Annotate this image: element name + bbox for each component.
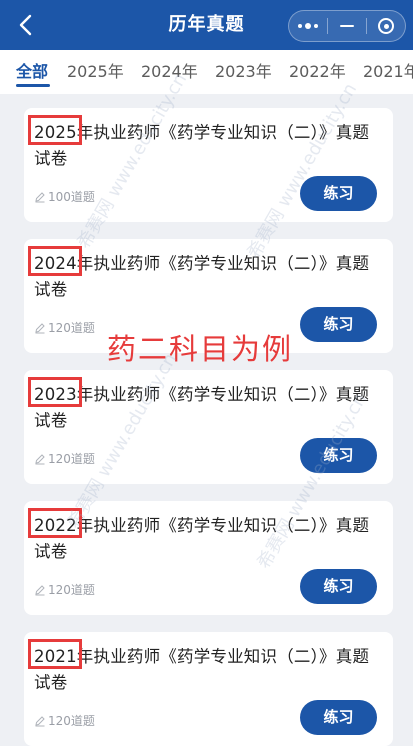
question-count-label: 120道题 [48,452,95,466]
exam-title: 2023年执业药师《药学专业知识（二）》真题试卷 [34,385,370,430]
question-count: 120道题 [34,319,95,336]
exam-card[interactable]: 2022年执业药师《药学专业知识（二）》真题试卷 120道题 练习 [24,501,393,615]
practice-button[interactable]: 练习 [300,700,377,735]
tab-2021[interactable]: 2021年 [363,50,413,94]
question-count: 100道题 [34,188,95,205]
pencil-icon [35,322,45,333]
pencil-icon [35,584,45,595]
more-dots-icon [298,23,318,29]
target-circle-icon [378,18,394,34]
pencil-icon [35,453,45,464]
pencil-icon [35,715,45,726]
practice-button[interactable]: 练习 [300,569,377,604]
question-count-label: 100道题 [48,190,95,204]
tab-all[interactable]: 全部 [16,50,48,94]
tab-2024[interactable]: 2024年 [141,50,198,94]
tab-2022[interactable]: 2022年 [289,50,346,94]
exam-card[interactable]: 2025年执业药师《药学专业知识（二）》真题试卷 100道题 练习 [24,108,393,222]
practice-button[interactable]: 练习 [300,176,377,211]
exam-card[interactable]: 2021年执业药师《药学专业知识（二）》真题试卷 120道题 练习 [24,632,393,746]
miniapp-capsule [288,10,406,42]
question-count: 120道题 [34,581,95,598]
tab-2025[interactable]: 2025年 [67,50,124,94]
close-button[interactable] [367,11,405,41]
more-button[interactable] [289,11,327,41]
question-count-label: 120道题 [48,714,95,728]
minus-icon [340,25,354,27]
pencil-icon [35,191,45,202]
top-bar: 历年真题 [0,0,413,50]
practice-button[interactable]: 练习 [300,438,377,473]
question-count-label: 120道题 [48,321,95,335]
exam-card[interactable]: 2023年执业药师《药学专业知识（二）》真题试卷 120道题 练习 [24,370,393,484]
active-tab-indicator [16,84,50,87]
practice-button[interactable]: 练习 [300,307,377,342]
tab-2023[interactable]: 2023年 [215,50,272,94]
minimize-button[interactable] [328,11,366,41]
annotation-label: 药二科目为例 [107,332,294,366]
exam-title: 2022年执业药师《药学专业知识（二）》真题试卷 [34,516,370,561]
exam-title: 2025年执业药师《药学专业知识（二）》真题试卷 [34,123,370,168]
question-count-label: 120道题 [48,583,95,597]
year-tabs: 全部 2025年 2024年 2023年 2022年 2021年 [0,50,413,94]
exam-title: 2024年执业药师《药学专业知识（二）》真题试卷 [34,254,370,299]
exam-title: 2021年执业药师《药学专业知识（二）》真题试卷 [34,647,370,692]
question-count: 120道题 [34,712,95,729]
question-count: 120道题 [34,450,95,467]
